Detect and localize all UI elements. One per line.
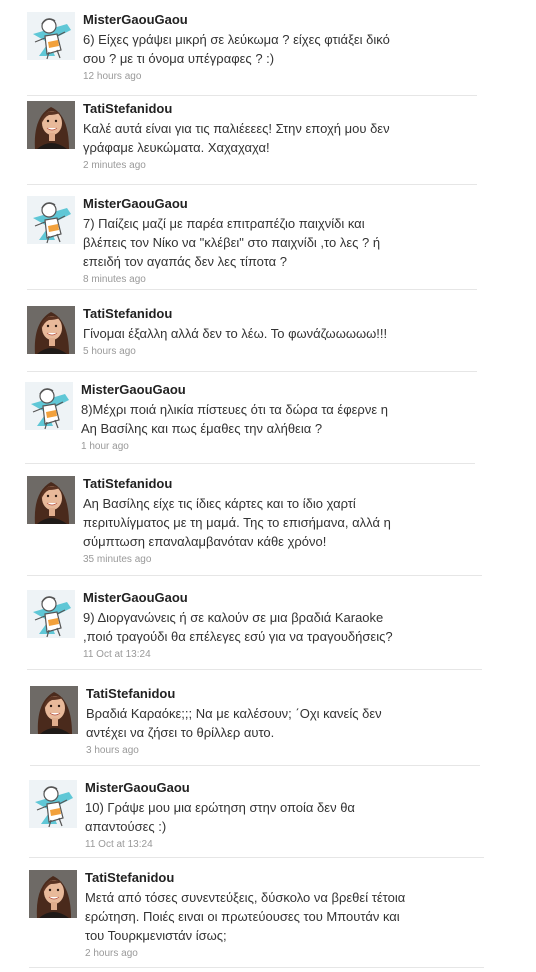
username-link[interactable]: TatiStefanidou — [86, 685, 480, 702]
tweet-text: Γίνομαι έξαλλη αλλά δεν το λέω. Το φωνάζ… — [83, 326, 388, 341]
tweet-item: TatiStefanidou Βραδιά Καραόκε;;; Να με κ… — [30, 682, 480, 766]
username-link[interactable]: TatiStefanidou — [83, 100, 477, 117]
username-link[interactable]: MisterGaouGaou — [85, 779, 484, 796]
tweet-timestamp[interactable]: 35 minutes ago — [83, 553, 482, 567]
username-link[interactable]: TatiStefanidou — [83, 475, 482, 492]
divider — [29, 857, 484, 858]
tweet-text: 10) Γράψε μου μια ερώτηση στην οποία δεν… — [85, 800, 355, 834]
photo-avatar-icon[interactable] — [27, 476, 75, 524]
username-link[interactable]: MisterGaouGaou — [83, 589, 482, 606]
cartoon-avatar-icon[interactable] — [27, 12, 75, 60]
divider — [27, 669, 482, 670]
divider — [27, 575, 482, 576]
tweet-item: TatiStefanidou Γίνομαι έξαλλη αλλά δεν τ… — [27, 302, 477, 372]
divider — [27, 184, 477, 185]
tweet-timestamp[interactable]: 8 minutes ago — [83, 273, 477, 287]
photo-avatar-icon[interactable] — [30, 686, 78, 734]
username-link[interactable]: MisterGaouGaou — [83, 11, 477, 28]
tweet-timestamp[interactable]: 3 hours ago — [86, 744, 480, 758]
tweet-item: TatiStefanidou Καλέ αυτά είναι για τις π… — [27, 97, 477, 185]
tweet-timestamp[interactable]: 2 hours ago — [85, 947, 484, 961]
tweet-timestamp[interactable]: 1 hour ago — [81, 440, 475, 454]
tweet-text: 7) Παίζεις μαζί με παρέα επιτραπέζιο παι… — [83, 216, 381, 269]
divider — [27, 289, 477, 290]
divider — [27, 371, 477, 372]
tweet-text: Καλέ αυτά είναι για τις παλιέεεες! Στην … — [83, 121, 390, 155]
username-link[interactable]: MisterGaouGaou — [83, 195, 477, 212]
photo-avatar-icon[interactable] — [27, 306, 75, 354]
tweet-item: TatiStefanidou Μετά από τόσες συνεντεύξε… — [29, 866, 484, 968]
tweet-item: MisterGaouGaou 7) Παίζεις μαζί με παρέα … — [27, 192, 477, 290]
photo-avatar-icon[interactable] — [27, 101, 75, 149]
tweet-item: TatiStefanidou Αη Βασίλης είχε τις ίδιες… — [27, 472, 482, 576]
photo-avatar-icon[interactable] — [29, 870, 77, 918]
username-link[interactable]: TatiStefanidou — [85, 869, 484, 886]
username-link[interactable]: MisterGaouGaou — [81, 381, 475, 398]
tweet-text: Μετά από τόσες συνεντεύξεις, δύσκολο να … — [85, 890, 406, 943]
cartoon-avatar-icon[interactable] — [27, 196, 75, 244]
tweet-item: MisterGaouGaou 8)Μέχρι ποιά ηλικία πίστε… — [25, 378, 475, 464]
divider — [30, 765, 480, 766]
tweet-item: MisterGaouGaou 6) Είχες γράψει μικρή σε … — [27, 8, 477, 96]
cartoon-avatar-icon[interactable] — [29, 780, 77, 828]
tweet-text: 9) Διοργανώνεις ή σε καλούν σε μια βραδι… — [83, 610, 393, 644]
username-link[interactable]: TatiStefanidou — [83, 305, 477, 322]
tweet-text: 8)Μέχρι ποιά ηλικία πίστευες ότι τα δώρα… — [81, 402, 388, 436]
divider — [25, 463, 475, 464]
tweet-text: Αη Βασίλης είχε τις ίδιες κάρτες και το … — [83, 496, 391, 549]
divider — [27, 95, 477, 96]
tweet-timestamp[interactable]: 11 Oct at 13:24 — [83, 648, 482, 662]
tweet-timestamp[interactable]: 12 hours ago — [83, 70, 477, 84]
tweet-timestamp[interactable]: 2 minutes ago — [83, 159, 477, 173]
cartoon-avatar-icon[interactable] — [27, 590, 75, 638]
tweet-timestamp[interactable]: 11 Oct at 13:24 — [85, 838, 484, 852]
tweet-timestamp[interactable]: 5 hours ago — [83, 345, 477, 359]
tweet-item: MisterGaouGaou 10) Γράψε μου μια ερώτηση… — [29, 776, 484, 858]
tweet-text: 6) Είχες γράψει μικρή σε λεύκωμα ? είχες… — [83, 32, 390, 66]
cartoon-avatar-icon[interactable] — [25, 382, 73, 430]
tweet-text: Βραδιά Καραόκε;;; Να με καλέσουν; ΄Οχι κ… — [86, 706, 382, 740]
tweet-item: MisterGaouGaou 9) Διοργανώνεις ή σε καλο… — [27, 586, 482, 670]
divider — [29, 967, 484, 968]
